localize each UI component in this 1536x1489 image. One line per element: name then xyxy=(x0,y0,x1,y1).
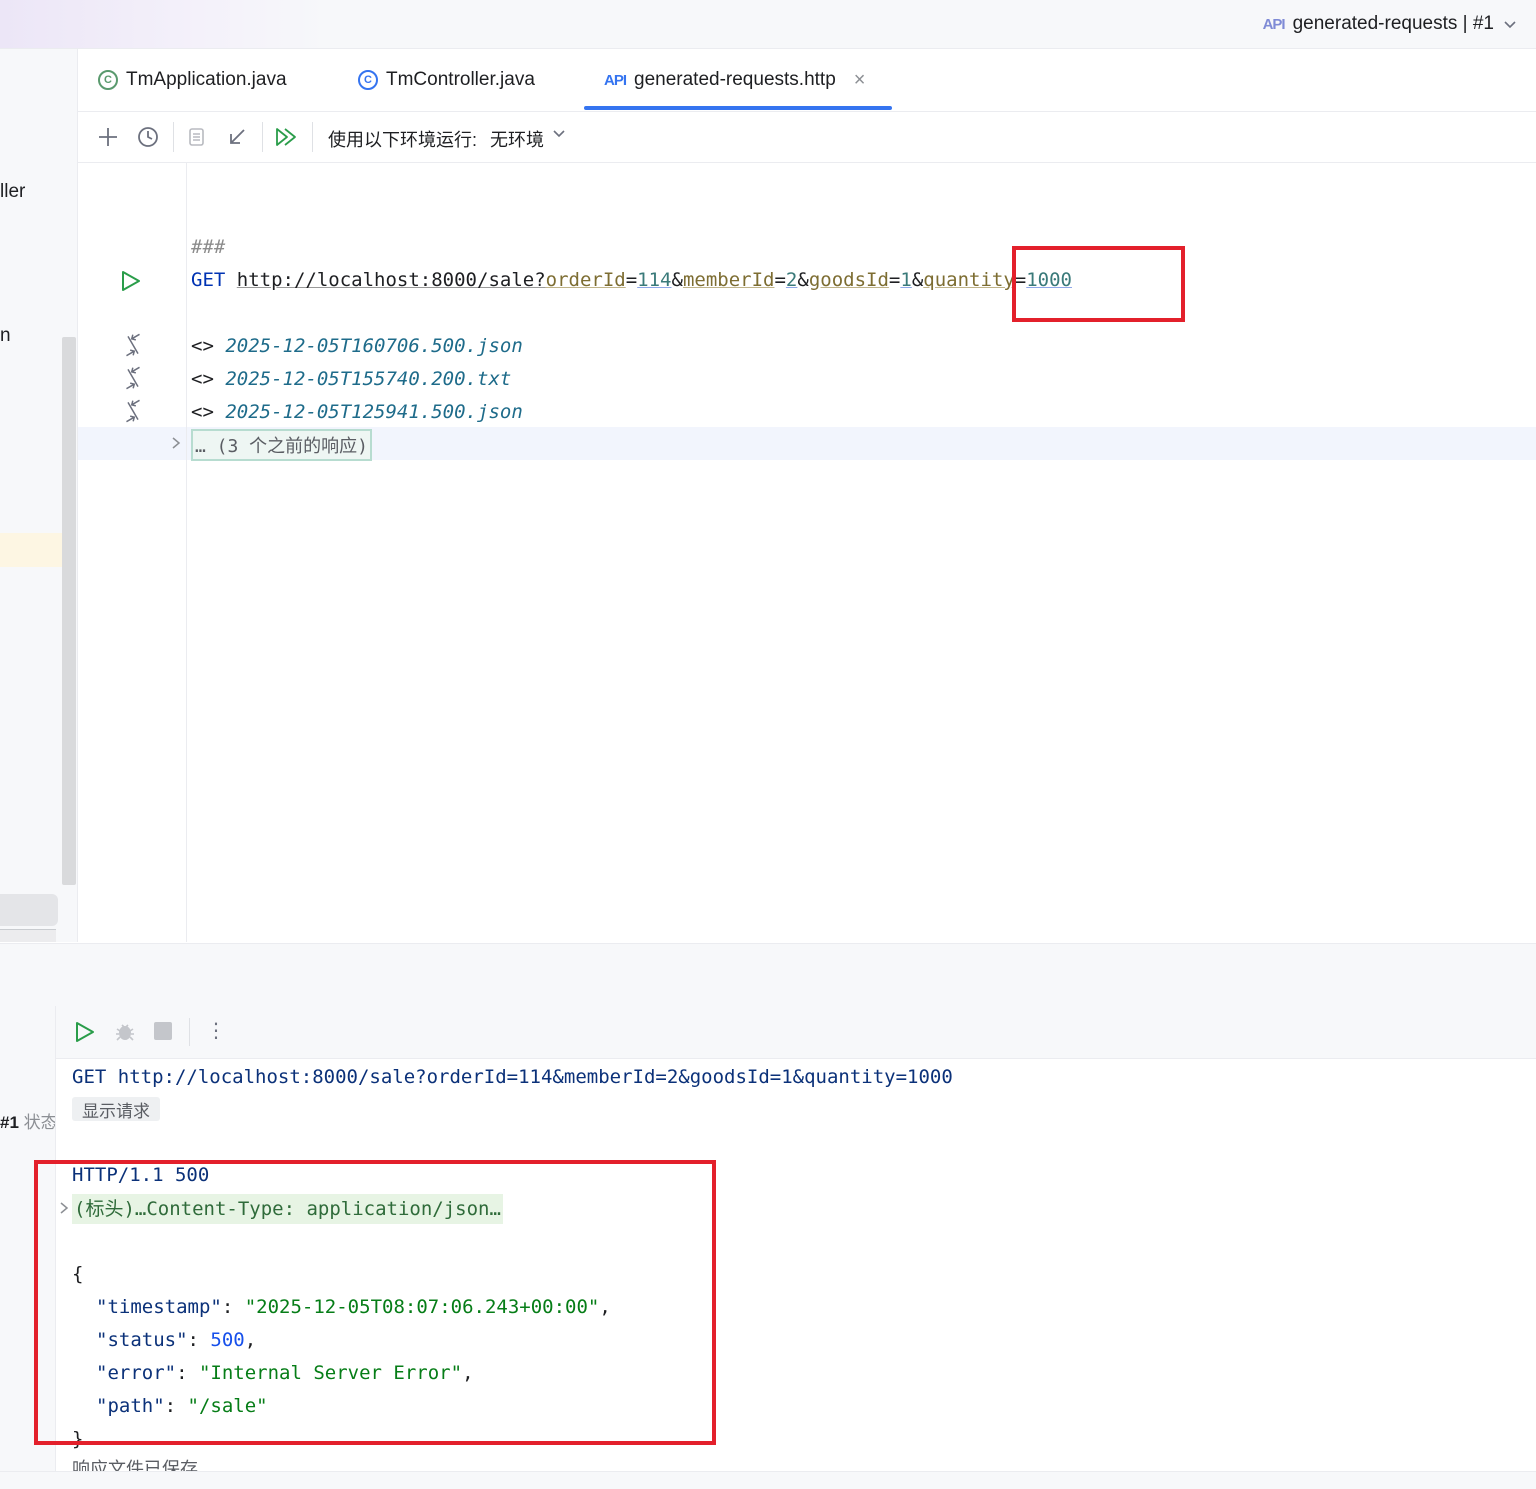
run-config-label: generated-requests | #1 xyxy=(1292,13,1494,34)
saved-note: 响应文件已保存 xyxy=(72,1459,198,1471)
response-file: 2025-12-05T155740.200.txt xyxy=(225,368,512,390)
param-value: 1 xyxy=(900,269,912,291)
chevron-down-icon[interactable] xyxy=(552,126,566,143)
chevron-down-icon xyxy=(1504,21,1516,29)
show-request-button[interactable]: 显示请求 xyxy=(72,1097,160,1121)
add-icon[interactable] xyxy=(95,124,121,150)
annotation-box xyxy=(1012,246,1185,322)
copy-icon[interactable] xyxy=(184,124,210,150)
http-editor[interactable]: ### GET http://localhost:8000/sale?order… xyxy=(187,163,1536,942)
editor-tabs: C TmApplication.java C TmController.java… xyxy=(78,49,1536,112)
project-panel: ller n xyxy=(0,49,78,942)
fold-row xyxy=(187,427,1536,460)
response-link[interactable]: <> 2025-12-05T155740.200.txt xyxy=(191,367,511,391)
editor-gutter xyxy=(78,163,187,942)
tab-tmcontroller[interactable]: C TmController.java xyxy=(358,49,535,111)
api-icon: API xyxy=(1262,15,1286,33)
tab-label: TmApplication.java xyxy=(126,69,287,90)
http-toolbar: 使用以下环境运行: 无环境 xyxy=(78,112,1536,163)
tab-label: generated-requests.http xyxy=(634,69,836,90)
chevron-right-icon[interactable] xyxy=(170,435,182,456)
run-number: #1 xyxy=(0,1113,19,1132)
response-file: 2025-12-05T160706.500.json xyxy=(225,335,523,357)
compare-response-icon[interactable] xyxy=(120,366,146,395)
active-tab-indicator xyxy=(584,106,892,110)
env-selector[interactable]: 无环境 xyxy=(490,126,544,152)
scrollbar[interactable] xyxy=(62,337,76,885)
annotation-box xyxy=(34,1160,716,1445)
title-bar: API generated-requests | #1 xyxy=(0,0,1536,49)
status-bar xyxy=(0,1471,1536,1489)
class-icon: C xyxy=(358,70,378,90)
run-all-icon[interactable] xyxy=(273,124,299,150)
stop-icon[interactable] xyxy=(154,1022,172,1040)
tab-label: TmController.java xyxy=(386,69,535,90)
panel-separator xyxy=(0,943,1536,1007)
response-link[interactable]: <> 2025-12-05T125941.500.json xyxy=(191,400,523,424)
env-label: 使用以下环境运行: xyxy=(328,130,478,150)
param-name: memberId xyxy=(682,269,775,291)
previous-responses-fold[interactable]: … (3 个之前的响应) xyxy=(191,429,373,461)
request-separator: ### xyxy=(191,236,226,258)
param-value: 2 xyxy=(785,269,798,291)
divider xyxy=(0,929,56,942)
services-toolbar: ⋮ xyxy=(56,1006,1536,1059)
response-file: 2025-12-05T125941.500.json xyxy=(225,401,523,423)
run-config-selector[interactable]: API generated-requests | #1 xyxy=(1263,8,1518,40)
response-prefix: <> xyxy=(191,368,214,390)
project-tree-item[interactable]: ller xyxy=(0,181,25,203)
more-icon[interactable]: ⋮ xyxy=(206,1018,226,1044)
param-value: 114 xyxy=(637,269,672,291)
tab-generated-requests[interactable]: API generated-requests.http × xyxy=(604,49,865,111)
request-url: http://localhost:8000/sale? xyxy=(236,269,546,291)
history-icon[interactable] xyxy=(135,124,161,150)
compare-response-icon[interactable] xyxy=(120,399,146,428)
project-tree-item[interactable]: n xyxy=(0,325,11,347)
run-icon[interactable] xyxy=(74,1020,96,1049)
compare-response-icon[interactable] xyxy=(120,333,146,362)
close-icon[interactable]: × xyxy=(854,69,866,92)
request-line[interactable]: GET http://localhost:8000/sale?orderId=1… xyxy=(191,268,1072,292)
run-request-icon[interactable] xyxy=(120,269,142,298)
http-api-icon: API xyxy=(604,71,627,89)
response-prefix: <> xyxy=(191,335,214,357)
param-name: orderId xyxy=(545,269,626,291)
request-summary: GET http://localhost:8000/sale?orderId=1… xyxy=(72,1066,953,1088)
panel-button[interactable] xyxy=(0,894,58,926)
param-name: quantity xyxy=(923,269,1015,291)
tab-tmapplication[interactable]: C TmApplication.java xyxy=(98,49,287,111)
param-name: goodsId xyxy=(808,269,889,291)
spring-class-icon: C xyxy=(98,70,118,90)
response-link[interactable]: <> 2025-12-05T160706.500.json xyxy=(191,334,523,358)
services-tree-item[interactable]: #1 状态 xyxy=(0,1108,56,1133)
response-prefix: <> xyxy=(191,401,214,423)
import-icon[interactable] xyxy=(224,124,250,150)
http-method: GET xyxy=(191,269,226,291)
run-status-label: 状态 xyxy=(23,1113,56,1132)
debug-icon[interactable] xyxy=(114,1020,136,1049)
